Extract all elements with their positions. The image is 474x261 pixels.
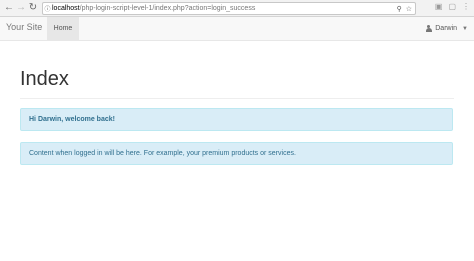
forward-icon[interactable]: → (15, 1, 27, 15)
page-title: Index (20, 68, 69, 90)
bookmark-star-icon[interactable]: ☆ (406, 5, 412, 13)
user-icon (425, 24, 432, 33)
address-bar[interactable]: ⓘ localhost/php-login-script-level-1/ind… (42, 2, 416, 15)
nav-home[interactable]: Home (47, 17, 79, 40)
extension-icon[interactable]: ▣ (435, 2, 443, 11)
site-navbar: Your Site Home Darwin ▼ (0, 17, 474, 41)
browser-toolbar: ← → ↻ ⓘ localhost/php-login-script-level… (0, 0, 474, 17)
extension-icon-2[interactable]: ▢ (448, 2, 456, 11)
welcome-alert: Hi Darwin, welcome back! (20, 108, 453, 131)
content-alert: Content when logged in will be here. For… (20, 142, 453, 165)
page-info-icon[interactable]: ⓘ (43, 4, 52, 13)
url-path: /php-login-script-level-1/index.php?acti… (79, 5, 256, 12)
user-dropdown[interactable]: Darwin ▼ (425, 17, 468, 40)
title-divider (20, 98, 454, 99)
user-name: Darwin (435, 25, 458, 32)
url-host: localhost (52, 5, 80, 12)
key-icon[interactable]: ⚲ (397, 5, 402, 13)
reload-icon[interactable]: ↻ (27, 1, 39, 15)
caret-down-icon: ▼ (462, 25, 468, 32)
menu-icon[interactable]: ⋮ (462, 2, 470, 11)
back-icon[interactable]: ← (3, 1, 15, 15)
site-brand[interactable]: Your Site (6, 22, 42, 32)
